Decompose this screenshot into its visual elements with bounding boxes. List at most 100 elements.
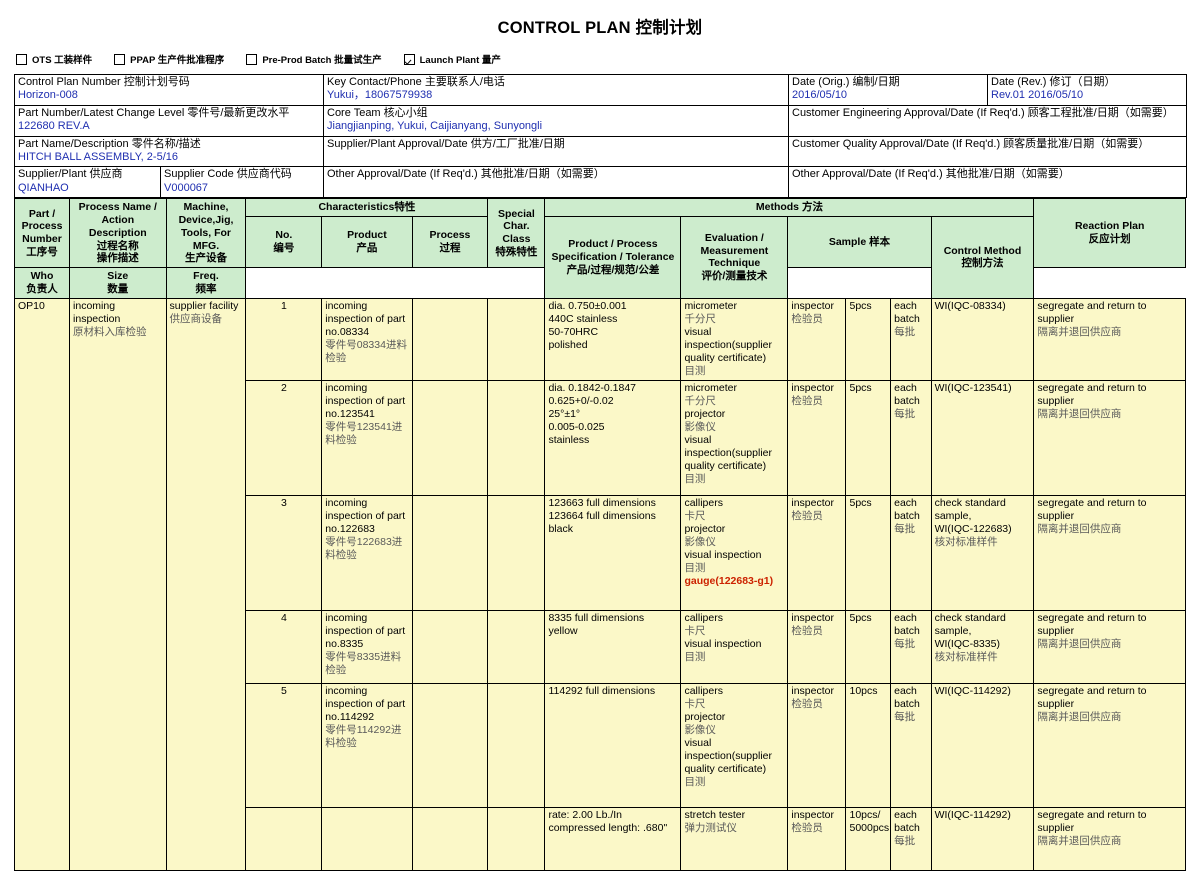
cell-char-process[interactable]	[411, 682, 489, 808]
cell-special-char-class[interactable]	[487, 379, 546, 496]
cell-control-method[interactable]: WI(IQC-08334)	[930, 297, 1035, 381]
cell-char-product[interactable]: incoming inspection of part no.114292 零件号…	[321, 682, 413, 808]
cell-reaction-plan[interactable]: segregate and return to supplier 隔离并退回供应商	[1033, 379, 1186, 496]
cell-reaction-plan[interactable]: segregate and return to supplier 隔离并退回供应商	[1033, 494, 1186, 611]
cell-char-no[interactable]	[245, 806, 323, 871]
cell-reaction-plan[interactable]: segregate and return to supplier 隔离并退回供应商	[1033, 806, 1186, 871]
cell-sample-freq[interactable]: each batch 每批	[890, 682, 932, 808]
cell-product-process-spec[interactable]: dia. 0.750±0.001 440C stainless 50-70HRC…	[544, 297, 682, 381]
checkbox-preprod-box[interactable]	[246, 53, 258, 65]
table-row[interactable]: OP10 incoming inspection 原材料入库检验 supplier f…	[13, 297, 1186, 871]
cell-char-no[interactable]: 1	[245, 297, 323, 381]
cell-process-name[interactable]: incoming inspection 原材料入库检验	[69, 297, 167, 871]
cell-evaluation[interactable]: micrometer 千分尺 projector 影像仪 visual inspectio…	[680, 379, 789, 496]
phase-checkbox-row: OTS 工装样件 PPAP 生产件批准程序 Pre-Prod Batch 批量试…	[14, 48, 1186, 74]
cell-sample-size[interactable]: 10pcs/ 5000pcs	[845, 806, 892, 871]
cell-evaluation[interactable]: callipers 卡尺 projector 影像仪 visual inspection…	[680, 494, 789, 611]
control-plan-page: CONTROL PLAN 控制计划 OTS 工装样件 PPAP 生产件批准程序 …	[0, 0, 1200, 871]
cell-special-char-class[interactable]	[487, 682, 546, 808]
checkbox-launch-label: Launch Plant 量产	[419, 55, 501, 66]
cell-control-method[interactable]: WI(IQC-114292)	[930, 682, 1035, 808]
cell-char-process[interactable]	[411, 494, 489, 611]
char-product-cn: 零件号123541进料检验	[325, 420, 403, 447]
control-method-line: WI(IQC-122683)	[934, 522, 1012, 535]
sample-who-cn: 检验员	[791, 624, 823, 637]
cell-reaction-plan[interactable]: segregate and return to supplier 隔离并退回供应商	[1033, 297, 1186, 381]
key-contact-label: Key Contact/Phone 主要联系人/电话	[327, 76, 505, 88]
cell-sample-who[interactable]: inspector 检验员	[787, 297, 847, 381]
cell-sample-freq[interactable]: each batch 每批	[890, 379, 932, 496]
cell-product-process-spec[interactable]: dia. 0.1842-0.1847 0.625+0/-0.02 25°±1° …	[544, 379, 682, 496]
cell-product-process-spec[interactable]: 123663 full dimensions 123664 full dimen…	[544, 494, 682, 611]
cell-char-no[interactable]: 5	[245, 682, 323, 808]
cell-char-process[interactable]	[411, 297, 489, 381]
checkbox-launch[interactable]: Launch Plant 量产	[403, 52, 501, 66]
cell-product-process-spec[interactable]: rate: 2.00 Lb./In compressed length: .68…	[544, 806, 682, 871]
cell-char-no[interactable]: 4	[245, 609, 323, 684]
cell-sample-size[interactable]: 5pcs	[845, 494, 892, 611]
cell-sample-freq[interactable]: each batch 每批	[890, 494, 932, 611]
cell-sample-size[interactable]: 5pcs	[845, 379, 892, 496]
cell-special-char-class[interactable]	[487, 494, 546, 611]
evaluation-line: projector	[684, 710, 726, 723]
cell-char-product[interactable]	[321, 806, 413, 871]
cell-evaluation[interactable]: stretch tester 弹力测试仪	[680, 806, 789, 871]
col-header-part-process-number: Part / Process Number 工序号	[13, 198, 71, 269]
cell-special-char-class[interactable]	[487, 297, 546, 381]
cell-sample-who[interactable]: inspector 检验员	[787, 682, 847, 808]
sample-freq-en: each batch	[894, 611, 920, 637]
cell-char-process[interactable]	[411, 806, 489, 871]
cell-special-char-class[interactable]	[487, 806, 546, 871]
cell-reaction-plan[interactable]: segregate and return to supplier 隔离并退回供应商	[1033, 682, 1186, 808]
reaction-plan-cn: 隔离并退回供应商	[1037, 834, 1122, 847]
cell-char-product[interactable]: incoming inspection of part no.123541 零件号…	[321, 379, 413, 496]
cell-control-method[interactable]: check standard sample, WI(IQC-8335) 核对标准样件	[930, 609, 1035, 684]
cell-product-process-spec[interactable]: 114292 full dimensions	[544, 682, 682, 808]
checkbox-ots-box[interactable]	[16, 53, 27, 65]
checkbox-launch-box[interactable]	[403, 53, 415, 65]
cell-sample-freq[interactable]: each batch 每批	[890, 806, 932, 871]
cell-char-process[interactable]	[411, 609, 489, 684]
cell-machine[interactable]: supplier facility 供应商设备	[165, 297, 247, 871]
cell-char-product[interactable]: incoming inspection of part no.122683 零件号…	[321, 494, 413, 611]
cell-sample-freq[interactable]: each batch 每批	[890, 609, 932, 684]
cell-sample-size[interactable]: 5pcs	[845, 609, 892, 684]
cell-sample-who[interactable]: inspector 检验员	[787, 609, 847, 684]
cell-product-process-spec[interactable]: 8335 full dimensions yellow	[544, 609, 682, 684]
cell-char-product[interactable]: incoming inspection of part no.08334 零件号0…	[321, 297, 413, 381]
cell-sample-who[interactable]: inspector 检验员	[787, 806, 847, 871]
evaluation-line: 千分尺	[684, 312, 716, 325]
checkbox-ppap[interactable]: PPAP 生产件批准程序	[114, 52, 224, 66]
cell-char-no[interactable]: 2	[245, 379, 323, 496]
cell-sample-size[interactable]: 10pcs	[845, 682, 892, 808]
col-header-sample-size: Size 数量	[69, 267, 167, 299]
cell-evaluation[interactable]: callipers 卡尺 projector 影像仪 visual inspection(…	[680, 682, 789, 808]
cell-control-method[interactable]: check standard sample, WI(IQC-122683) 核对标准…	[930, 494, 1035, 611]
reaction-plan-en: segregate and return to supplier	[1037, 611, 1147, 637]
cell-part-process-number[interactable]: OP10	[13, 297, 71, 871]
cell-char-no[interactable]: 3	[245, 494, 323, 611]
checkbox-ots[interactable]: OTS 工装样件	[16, 52, 92, 66]
cell-special-char-class[interactable]	[487, 609, 546, 684]
checkbox-ppap-box[interactable]	[114, 53, 126, 65]
cell-evaluation[interactable]: micrometer 千分尺 visual inspection(supplier qu…	[680, 297, 789, 381]
cell-reaction-plan[interactable]: segregate and return to supplier 隔离并退回供应商	[1033, 609, 1186, 684]
cell-evaluation[interactable]: callipers 卡尺 visual inspection 目测	[680, 609, 789, 684]
cell-sample-size[interactable]: 5pcs	[845, 297, 892, 381]
cell-char-process[interactable]	[411, 379, 489, 496]
cell-sample-who[interactable]: inspector 检验员	[787, 379, 847, 496]
cell-sample-freq[interactable]: each batch 每批	[890, 297, 932, 381]
supplier-plant-value: QIANHAO	[18, 181, 69, 194]
supplier-code-label: Supplier Code 供应商代码	[164, 168, 292, 181]
col-header-reaction-plan: Reaction Plan 反应计划	[1033, 198, 1186, 269]
cell-char-product[interactable]: incoming inspection of part no.8335 零件号83…	[321, 609, 413, 684]
cell-control-method[interactable]: WI(IQC-114292)	[930, 806, 1035, 871]
cell-sample-who[interactable]: inspector 检验员	[787, 494, 847, 611]
col-header-machine: Machine, Device,Jig, Tools, For MFG. 生产设…	[165, 198, 247, 269]
cell-control-method[interactable]: WI(IQC-123541)	[930, 379, 1035, 496]
reaction-plan-en: segregate and return to supplier	[1037, 381, 1147, 407]
sample-freq-en: each batch	[894, 808, 920, 834]
checkbox-preprod[interactable]: Pre-Prod Batch 批量试生产	[246, 52, 382, 66]
key-contact-cell: Key Contact/Phone 主要联系人/电话 Yukui，1806757…	[323, 74, 789, 106]
core-team-value: Jiangjianping, Yukui, Caijianyang, Sunyo…	[327, 120, 543, 133]
